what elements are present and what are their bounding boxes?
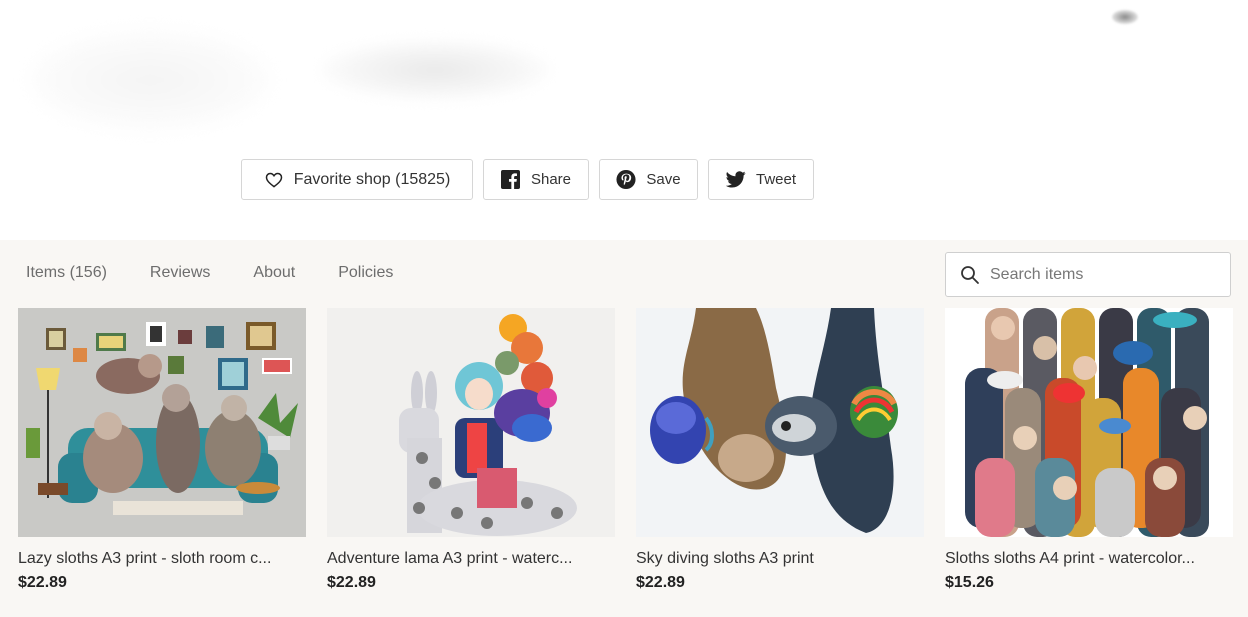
listing-image[interactable] (327, 308, 615, 537)
tab-items[interactable]: Items (156) (26, 264, 107, 282)
shop-actions: Favorite shop (15825) Share Save Tweet (241, 159, 814, 200)
heart-icon (264, 170, 284, 190)
listing-price: $22.89 (18, 574, 67, 591)
twitter-icon (725, 170, 746, 190)
listing-image[interactable] (945, 308, 1233, 537)
favorite-shop-button[interactable]: Favorite shop (15825) (241, 159, 473, 200)
favorite-shop-label: Favorite shop (15825) (293, 170, 451, 188)
listing-price: $22.89 (327, 574, 376, 591)
listing-price: $15.26 (945, 574, 994, 591)
shop-tabs: Items (156) Reviews About Policies (26, 264, 436, 282)
listing-title[interactable]: Sky diving sloths A3 print (636, 550, 924, 568)
listing-card[interactable]: Sky diving sloths A3 print $22.89 (636, 308, 924, 592)
pinterest-icon (616, 169, 636, 190)
blurred-banner-shape (320, 40, 550, 100)
listing-image[interactable] (636, 308, 924, 537)
search-box (945, 252, 1231, 297)
facebook-icon (501, 170, 521, 190)
listing-price: $22.89 (636, 574, 685, 591)
shop-banner: Favorite shop (15825) Share Save Tweet (0, 0, 1248, 240)
shop-items-panel: Items (156) Reviews About Policies Searc… (0, 240, 1248, 617)
tab-about[interactable]: About (253, 264, 295, 282)
listing-grid: Lazy sloths A3 print - sloth room c... $… (18, 308, 1233, 592)
tweet-button[interactable]: Tweet (708, 159, 814, 200)
save-label: Save (646, 171, 681, 188)
listing-title[interactable]: Sloths sloths A4 print - watercolor... (945, 550, 1233, 568)
blurred-banner-shape (1112, 10, 1138, 24)
listing-card[interactable]: Lazy sloths A3 print - sloth room c... $… (18, 308, 306, 592)
listing-title[interactable]: Adventure lama A3 print - waterc... (327, 550, 615, 568)
listing-title[interactable]: Lazy sloths A3 print - sloth room c... (18, 550, 306, 568)
search-input[interactable] (990, 265, 1220, 284)
tab-reviews[interactable]: Reviews (150, 264, 210, 282)
search-icon (960, 265, 980, 285)
tab-policies[interactable]: Policies (338, 264, 393, 282)
tweet-label: Tweet (755, 171, 797, 188)
listing-card[interactable]: Sloths sloths A4 print - watercolor... $… (945, 308, 1233, 592)
share-button[interactable]: Share (483, 159, 589, 200)
share-label: Share (530, 171, 572, 188)
listing-image[interactable] (18, 308, 306, 537)
listing-card[interactable]: Adventure lama A3 print - waterc... $22.… (327, 308, 615, 592)
blurred-banner-shape (30, 30, 270, 130)
save-button[interactable]: Save (599, 159, 698, 200)
